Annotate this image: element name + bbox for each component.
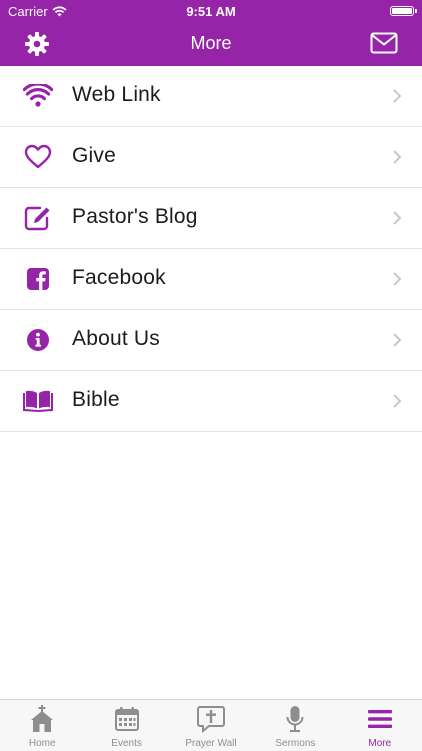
tab-sermons[interactable]: Sermons: [253, 700, 337, 751]
tab-icon: [169, 705, 253, 733]
page-title: More: [190, 33, 232, 53]
chevron-right-icon: [393, 211, 402, 225]
tab-events[interactable]: Events: [84, 700, 168, 751]
wifi-icon: [23, 84, 53, 107]
info-icon: [27, 329, 49, 351]
chevron-right-icon: [393, 272, 402, 286]
menu-item-pastors-blog[interactable]: Pastor's Blog: [0, 188, 422, 249]
menu-item-icon: [22, 265, 54, 293]
tab-prayer-wall[interactable]: Prayer Wall: [169, 700, 253, 751]
tab-label: Sermons: [275, 738, 316, 749]
menu-item-label: Give: [72, 144, 116, 167]
menu-item-icon: [22, 204, 54, 232]
chevron-right-icon: [393, 394, 402, 408]
tab-bar: Home Events Prayer Wall Sermons More: [0, 699, 422, 751]
menu-item-give[interactable]: Give: [0, 127, 422, 188]
menu-item-icon: [22, 326, 54, 354]
status-bar: Carrier 9:51 AM: [0, 0, 422, 22]
menu-item-icon: [22, 387, 54, 415]
menu-item-facebook[interactable]: Facebook: [0, 249, 422, 310]
menu-item-label: Web Link: [72, 83, 161, 106]
menu-item-label: Facebook: [72, 266, 166, 289]
menu-item-bible[interactable]: Bible: [0, 371, 422, 432]
facebook-icon: [27, 268, 49, 290]
menu-icon: [367, 710, 392, 728]
tab-icon: [0, 705, 84, 733]
tab-more[interactable]: More: [338, 700, 422, 751]
church-icon: [31, 705, 54, 732]
menu-item-icon: [22, 143, 54, 171]
chevron-right-icon: [393, 89, 402, 103]
tab-label: More: [368, 738, 392, 749]
chevron-right-icon: [393, 150, 402, 164]
menu-item-label: About Us: [72, 327, 160, 350]
message-button[interactable]: [370, 32, 398, 54]
nav-bar: More: [0, 22, 422, 66]
battery-icon: [390, 6, 414, 16]
microphone-icon: [286, 706, 304, 732]
tab-icon: [338, 705, 422, 733]
battery-fill: [392, 8, 412, 14]
menu-item-label: Pastor's Blog: [72, 205, 198, 228]
status-time: 9:51 AM: [186, 4, 236, 19]
menu-item-label: Bible: [72, 388, 120, 411]
calendar-icon: [114, 707, 139, 731]
tab-icon: [253, 705, 337, 733]
book-icon: [23, 390, 53, 412]
menu-item-icon: [22, 82, 54, 110]
menu-item-about-us[interactable]: About Us: [0, 310, 422, 371]
envelope-icon: [370, 32, 398, 54]
chevron-right-icon: [393, 333, 402, 347]
battery-cap: [415, 9, 417, 13]
cross-bubble-icon: [196, 706, 225, 733]
heart-icon: [24, 144, 52, 169]
menu-list: Web Link Give Pastor's Blog Facebook Abo…: [0, 66, 422, 432]
header: Carrier 9:51 AM More: [0, 0, 422, 66]
menu-item-web-link[interactable]: Web Link: [0, 66, 422, 127]
edit-icon: [24, 206, 50, 231]
tab-label: Events: [111, 738, 142, 749]
tab-label: Home: [28, 738, 56, 749]
tab-label: Prayer Wall: [185, 738, 237, 749]
tab-icon: [84, 705, 168, 733]
tab-home[interactable]: Home: [0, 700, 84, 751]
